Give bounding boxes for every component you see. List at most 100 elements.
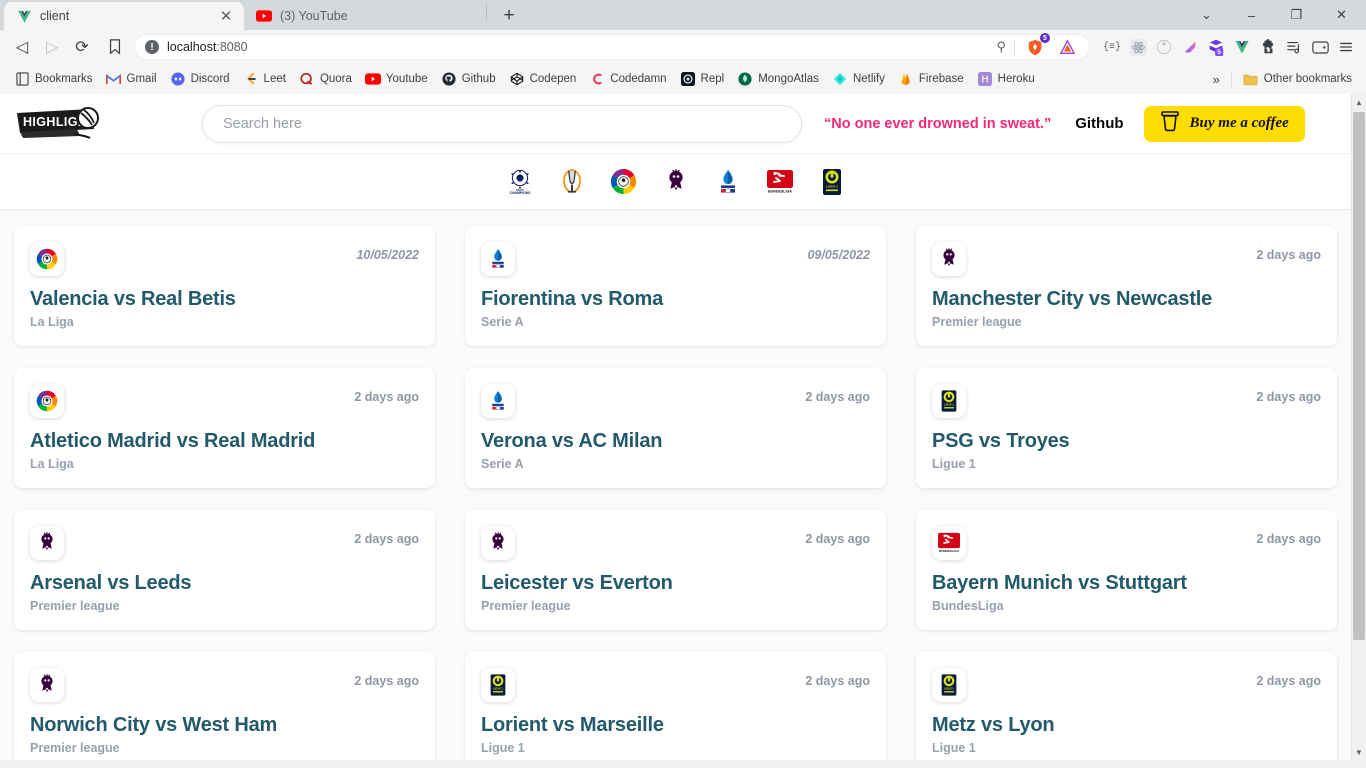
league-filter-bundesliga[interactable]: BUNDESLIGA bbox=[765, 167, 795, 197]
bookmark-label: Codepen bbox=[529, 73, 577, 85]
bookmarks-overflow-button[interactable]: » bbox=[1207, 69, 1226, 90]
github-icon bbox=[441, 71, 457, 87]
page-scrollbar[interactable]: ▲ ▼ bbox=[1351, 94, 1366, 760]
gmail-icon bbox=[106, 71, 122, 87]
match-league: BundesLiga bbox=[932, 599, 1004, 613]
reload-icon[interactable]: ⟳ bbox=[68, 33, 96, 61]
redux-devtools-icon[interactable] bbox=[1152, 35, 1176, 59]
gradient-extension-icon[interactable] bbox=[1178, 35, 1202, 59]
bookmark-codepen[interactable]: Codepen bbox=[503, 68, 583, 90]
json-viewer-icon[interactable]: {≡} bbox=[1100, 35, 1124, 59]
league-filter-premier-league[interactable] bbox=[661, 167, 691, 197]
match-card[interactable]: LIGUE 1 2 days ago Lorient vs Marseille Li… bbox=[465, 652, 886, 760]
bookmark-icon[interactable] bbox=[102, 34, 128, 60]
replit-icon bbox=[680, 71, 696, 87]
vue-devtools-icon[interactable] bbox=[1230, 35, 1254, 59]
league-filter-europa-league[interactable] bbox=[557, 167, 587, 197]
match-card[interactable]: LIGUE 1 2 days ago Metz vs Lyon Ligue 1 bbox=[916, 652, 1337, 760]
match-card[interactable]: LIGUE 1 2 days ago PSG vs Troyes Ligue 1 bbox=[916, 368, 1337, 488]
match-card-header: 2 days ago bbox=[932, 242, 1321, 276]
bookmark-discord[interactable]: Discord bbox=[164, 68, 236, 90]
wallet-icon[interactable] bbox=[1308, 35, 1332, 59]
mongodb-icon bbox=[737, 71, 753, 87]
chrome-menu-icon[interactable] bbox=[1334, 35, 1358, 59]
match-card[interactable]: 2 days ago Atletico Madrid vs Real Madrid… bbox=[14, 368, 435, 488]
match-date: 2 days ago bbox=[805, 532, 870, 546]
league-filter-ligue-1[interactable]: LIGUE 1 bbox=[817, 167, 847, 197]
window-close-button[interactable]: ✕ bbox=[1319, 0, 1364, 30]
bookmark-gmail[interactable]: Gmail bbox=[100, 68, 163, 90]
match-date: 2 days ago bbox=[354, 674, 419, 688]
bookmark-label: Repl bbox=[700, 73, 725, 85]
puzzle-extensions-icon[interactable] bbox=[1256, 35, 1280, 59]
other-bookmarks-label: Other bookmarks bbox=[1263, 73, 1352, 85]
bookmark-quora[interactable]: Quora bbox=[293, 68, 358, 90]
search-input[interactable] bbox=[202, 104, 802, 143]
quora-icon bbox=[299, 71, 315, 87]
browser-tab-client[interactable]: client ✕ bbox=[4, 2, 244, 30]
close-icon[interactable]: ✕ bbox=[218, 8, 234, 24]
bookmark-label: Firebase bbox=[918, 73, 964, 85]
bookmark-leet[interactable]: Leet bbox=[237, 68, 292, 90]
vuex-devtools-icon[interactable]: 5 bbox=[1204, 35, 1228, 59]
match-card[interactable]: 10/05/2022 Valencia vs Real Betis La Liga bbox=[14, 226, 435, 346]
maximize-button[interactable]: ❐ bbox=[1274, 0, 1319, 30]
league-filter-la-liga[interactable] bbox=[609, 167, 639, 197]
brave-shields-icon[interactable]: 5 bbox=[1023, 33, 1050, 59]
league-badge-premier-league-icon bbox=[30, 526, 64, 560]
match-card-grid: 10/05/2022 Valencia vs Real Betis La Liga … bbox=[14, 226, 1337, 760]
match-title: PSG vs Troyes bbox=[932, 430, 1070, 452]
bookmark-mongoatlas[interactable]: MongoAtlas bbox=[731, 68, 825, 90]
league-badge-serie-a-icon bbox=[481, 242, 515, 276]
match-card-header: 2 days ago bbox=[30, 384, 419, 418]
react-devtools-icon[interactable] bbox=[1126, 35, 1150, 59]
coffee-cup-icon bbox=[1160, 110, 1180, 137]
league-filter-serie-a[interactable] bbox=[713, 167, 743, 197]
scrollbar-thumb[interactable] bbox=[1352, 112, 1365, 640]
match-card[interactable]: 2 days ago Leicester vs Everton Premier le… bbox=[465, 510, 886, 630]
bookmark-bookmarks[interactable]: Bookmarks bbox=[8, 68, 99, 90]
site-logo[interactable]: HIGHLIGHTS bbox=[14, 105, 114, 143]
match-card[interactable]: 2 days ago Arsenal vs Leeds Premier league bbox=[14, 510, 435, 630]
bookmark-github[interactable]: Github bbox=[435, 68, 502, 90]
tab-search-button[interactable]: ⌄ bbox=[1184, 0, 1229, 30]
vue-icon bbox=[16, 8, 32, 24]
bookmark-netlify[interactable]: Netlify bbox=[826, 68, 891, 90]
not-secure-icon[interactable]: ! bbox=[145, 40, 159, 54]
playlist-icon[interactable] bbox=[1282, 35, 1306, 59]
bookmark-youtube[interactable]: Youtube bbox=[359, 68, 434, 90]
match-card[interactable]: 09/05/2022 Fiorentina vs Roma Serie A bbox=[465, 226, 886, 346]
league-badge-premier-league-icon bbox=[481, 526, 515, 560]
match-card[interactable]: BUNDESLIGA 2 days ago Bayern Munich vs Stu… bbox=[916, 510, 1337, 630]
scroll-up-arrow[interactable]: ▲ bbox=[1352, 94, 1366, 110]
extension-toolbar: {≡} 5 bbox=[1096, 35, 1358, 59]
search-zoom-icon[interactable]: ⚲ bbox=[996, 39, 1006, 55]
bookmark-firebase[interactable]: Firebase bbox=[892, 68, 970, 90]
tab-title: client bbox=[40, 9, 70, 23]
bookmark-repl[interactable]: Repl bbox=[674, 68, 731, 90]
window-bottom-edge bbox=[0, 760, 1366, 768]
github-link[interactable]: Github bbox=[1075, 115, 1123, 132]
match-card-header: LIGUE 1 2 days ago bbox=[481, 668, 870, 702]
minimize-button[interactable]: – bbox=[1229, 0, 1274, 30]
forward-icon[interactable]: ▷ bbox=[38, 33, 66, 61]
league-filter-champions-league[interactable]: UEFA CHAMPIONS bbox=[505, 167, 535, 197]
match-league: Serie A bbox=[481, 315, 524, 329]
match-card[interactable]: 2 days ago Manchester City vs Newcastle Pr… bbox=[916, 226, 1337, 346]
browser-tab-youtube[interactable]: (3) YouTube bbox=[244, 2, 484, 30]
browser-window: client ✕ (3) YouTube + ⌄ – ❐ ✕ ◁ ▷ ⟳ ! l… bbox=[0, 0, 1366, 768]
back-icon[interactable]: ◁ bbox=[8, 33, 36, 61]
buy-me-a-coffee-button[interactable]: Buy me a coffee bbox=[1143, 105, 1305, 142]
new-tab-button[interactable]: + bbox=[495, 2, 523, 30]
match-card[interactable]: 2 days ago Norwich City vs West Ham Premie… bbox=[14, 652, 435, 760]
address-bar[interactable]: ! localhost:8080 ⚲ 5 bbox=[134, 33, 1090, 60]
bookmark-heroku[interactable]: Heroku bbox=[971, 68, 1041, 90]
match-card[interactable]: 2 days ago Verona vs AC Milan Serie A bbox=[465, 368, 886, 488]
bookmark-codedamn[interactable]: Codedamn bbox=[583, 68, 672, 90]
scrollbar-track[interactable] bbox=[1352, 110, 1366, 744]
other-bookmarks-button[interactable]: Other bookmarks bbox=[1237, 68, 1358, 90]
brave-rewards-icon[interactable] bbox=[1055, 35, 1079, 59]
bookmark-label: Bookmarks bbox=[35, 73, 93, 85]
bookmarks-divider bbox=[1230, 71, 1232, 87]
scroll-down-arrow[interactable]: ▼ bbox=[1352, 744, 1366, 760]
